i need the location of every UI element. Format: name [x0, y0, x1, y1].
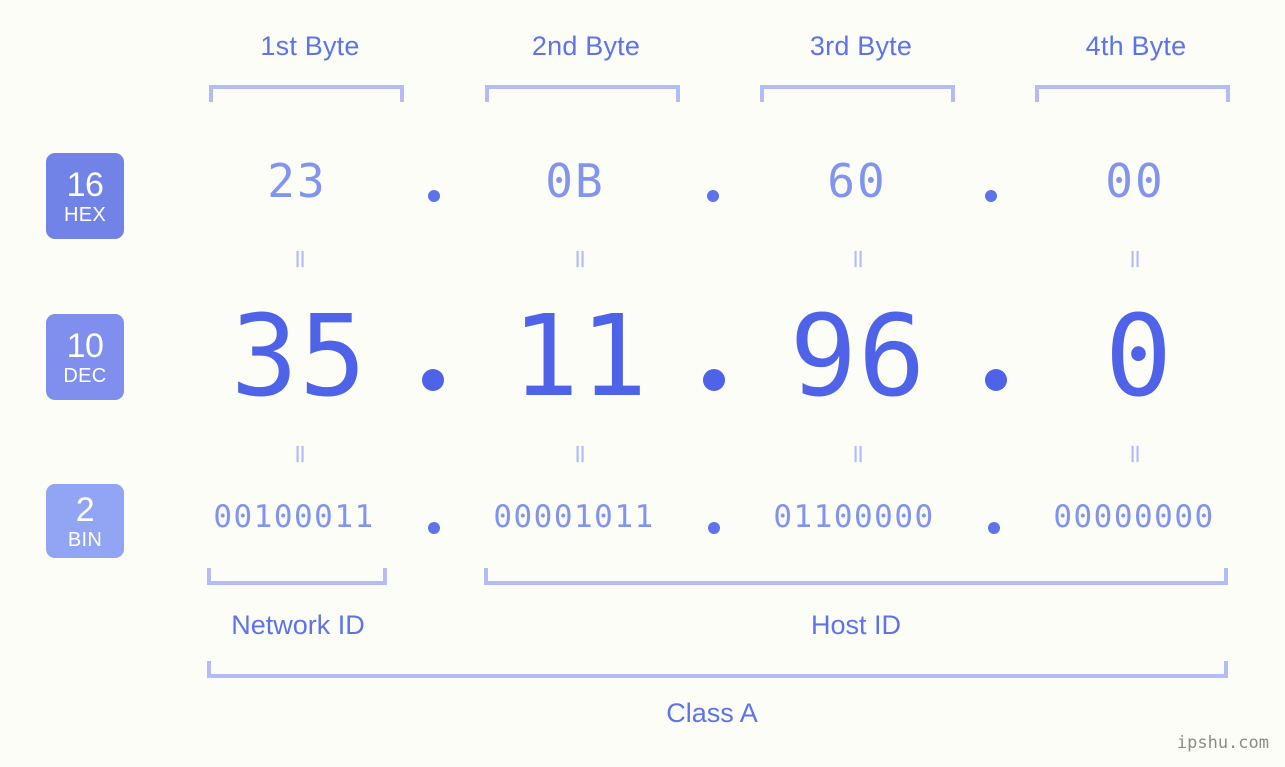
hex-separator-dot-1	[428, 190, 440, 202]
ip-address-diagram: 1st Byte 2nd Byte 3rd Byte 4th Byte 16 H…	[0, 0, 1285, 767]
bin-separator-dot-1	[428, 522, 440, 534]
base-badge-bin-abbr: BIN	[67, 528, 103, 551]
watermark: ipshu.com	[1176, 733, 1269, 753]
equals-mark-dec-bin-2: =	[565, 443, 595, 465]
class-label: Class A	[666, 698, 758, 728]
dec-separator-dot-2	[703, 369, 725, 391]
base-badge-dec-number: 10	[66, 326, 104, 365]
bin-byte-4: 00000000	[1053, 499, 1215, 535]
network-id-bracket	[207, 568, 387, 585]
dec-separator-dot-3	[985, 369, 1007, 391]
network-id-label: Network ID	[231, 610, 365, 640]
class-bracket	[207, 661, 1228, 678]
equals-mark-dec-bin-1: =	[285, 443, 315, 465]
byte-bracket-1	[209, 85, 404, 102]
equals-mark-dec-bin-3: =	[843, 443, 873, 465]
bin-byte-3: 01100000	[773, 499, 935, 535]
base-badge-hex: 16 HEX	[46, 153, 124, 239]
bin-byte-2: 00001011	[493, 499, 655, 535]
byte-bracket-4	[1035, 85, 1230, 102]
base-badge-hex-abbr: HEX	[63, 203, 107, 226]
base-badge-hex-number: 16	[66, 165, 104, 204]
hex-separator-dot-2	[707, 190, 719, 202]
bin-separator-dot-2	[708, 522, 720, 534]
base-badge-dec: 10 DEC	[46, 314, 124, 400]
byte-label-4: 4th Byte	[1085, 31, 1187, 61]
byte-bracket-3	[760, 85, 955, 102]
hex-separator-dot-3	[985, 190, 997, 202]
bin-byte-1: 00100011	[213, 499, 375, 535]
base-badge-dec-abbr: DEC	[63, 364, 107, 387]
byte-label-3: 3rd Byte	[809, 31, 913, 61]
host-id-bracket	[484, 568, 1228, 585]
byte-label-1: 1st Byte	[260, 31, 360, 61]
byte-bracket-2	[485, 85, 680, 102]
bin-separator-dot-3	[988, 522, 1000, 534]
base-badge-bin: 2 BIN	[46, 484, 124, 558]
host-id-label: Host ID	[810, 610, 902, 640]
equals-mark-dec-bin-4: =	[1120, 443, 1150, 465]
base-badge-bin-number: 2	[75, 490, 95, 529]
dec-separator-dot-1	[422, 369, 444, 391]
byte-label-2: 2nd Byte	[531, 31, 641, 61]
